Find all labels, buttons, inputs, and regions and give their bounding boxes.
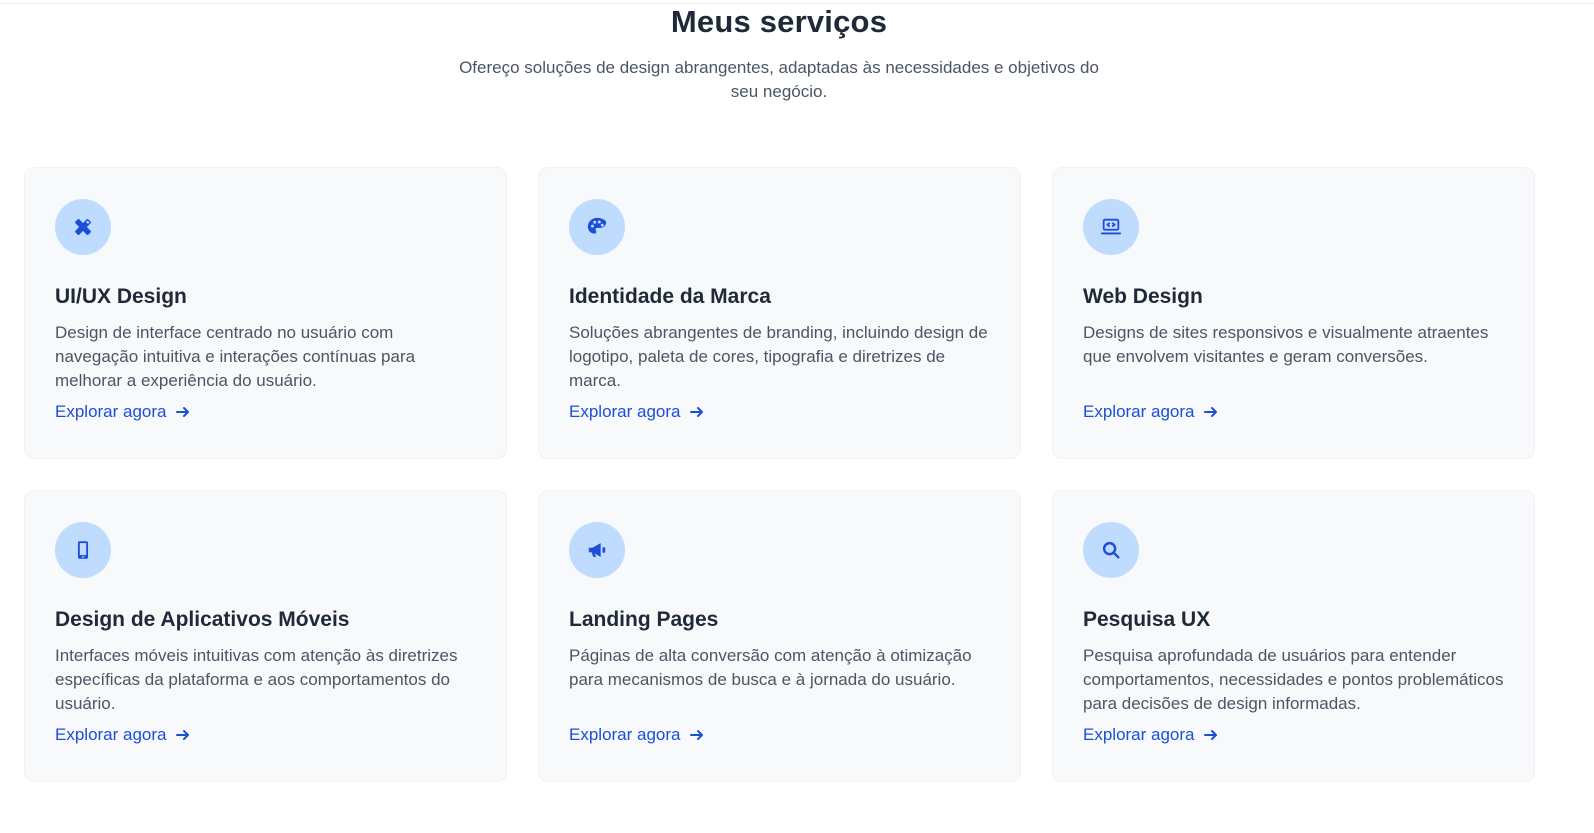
mobile-icon [55,522,111,578]
explore-link[interactable]: Explorar agora [55,402,191,422]
laptop-code-icon [1083,199,1139,255]
explore-link-label: Explorar agora [55,402,167,421]
pen-ruler-icon [55,199,111,255]
service-title: Landing Pages [569,608,719,631]
explore-link-label: Explorar agora [1083,402,1195,421]
service-title: Design de Aplicativos Móveis [55,608,350,631]
explore-link[interactable]: Explorar agora [569,402,705,422]
megaphone-icon [569,522,625,578]
explore-link[interactable]: Explorar agora [569,725,705,745]
service-card-landing-pages: Landing Pages Páginas de alta conversão … [538,490,1021,782]
explore-link[interactable]: Explorar agora [1083,725,1219,745]
arrow-right-icon [175,730,189,740]
explore-link[interactable]: Explorar agora [55,725,191,745]
service-title: Web Design [1083,285,1203,308]
arrow-right-icon [1203,730,1217,740]
service-card-ux-research: Pesquisa UX Pesquisa aprofundada de usuá… [1052,490,1535,782]
section-subtitle: Ofereço soluções de design abrangentes, … [459,58,1099,101]
service-description: Páginas de alta conversão com atenção à … [569,646,972,689]
section-title: Meus serviços [670,4,888,39]
explore-link-label: Explorar agora [569,402,681,421]
services-section: Meus serviços Ofereço soluções de design… [0,0,1594,833]
arrow-right-icon [175,407,189,417]
palette-icon [569,199,625,255]
service-card-ui-ux: UI/UX Design Design de interface centrad… [24,167,507,459]
service-description: Soluções abrangentes de branding, inclui… [569,323,988,390]
service-card-web-design: Web Design Designs de sites responsivos … [1052,167,1535,459]
service-title: UI/UX Design [55,285,187,308]
services-grid: UI/UX Design Design de interface centrad… [24,167,1536,782]
arrow-right-icon [689,730,703,740]
search-icon [1083,522,1139,578]
explore-link-label: Explorar agora [1083,725,1195,744]
service-card-mobile-apps: Design de Aplicativos Móveis Interfaces … [24,490,507,782]
service-description: Interfaces móveis intuitivas com atenção… [55,646,458,713]
explore-link-label: Explorar agora [569,725,681,744]
service-description: Designs de sites responsivos e visualmen… [1083,323,1489,366]
service-title: Identidade da Marca [569,285,771,308]
service-description: Pesquisa aprofundada de usuários para en… [1083,646,1504,713]
explore-link[interactable]: Explorar agora [1083,402,1219,422]
service-title: Pesquisa UX [1083,608,1211,631]
arrow-right-icon [689,407,703,417]
service-card-brand-identity: Identidade da Marca Soluções abrangentes… [538,167,1021,459]
arrow-right-icon [1203,407,1217,417]
explore-link-label: Explorar agora [55,725,167,744]
service-description: Design de interface centrado no usuário … [55,323,416,390]
